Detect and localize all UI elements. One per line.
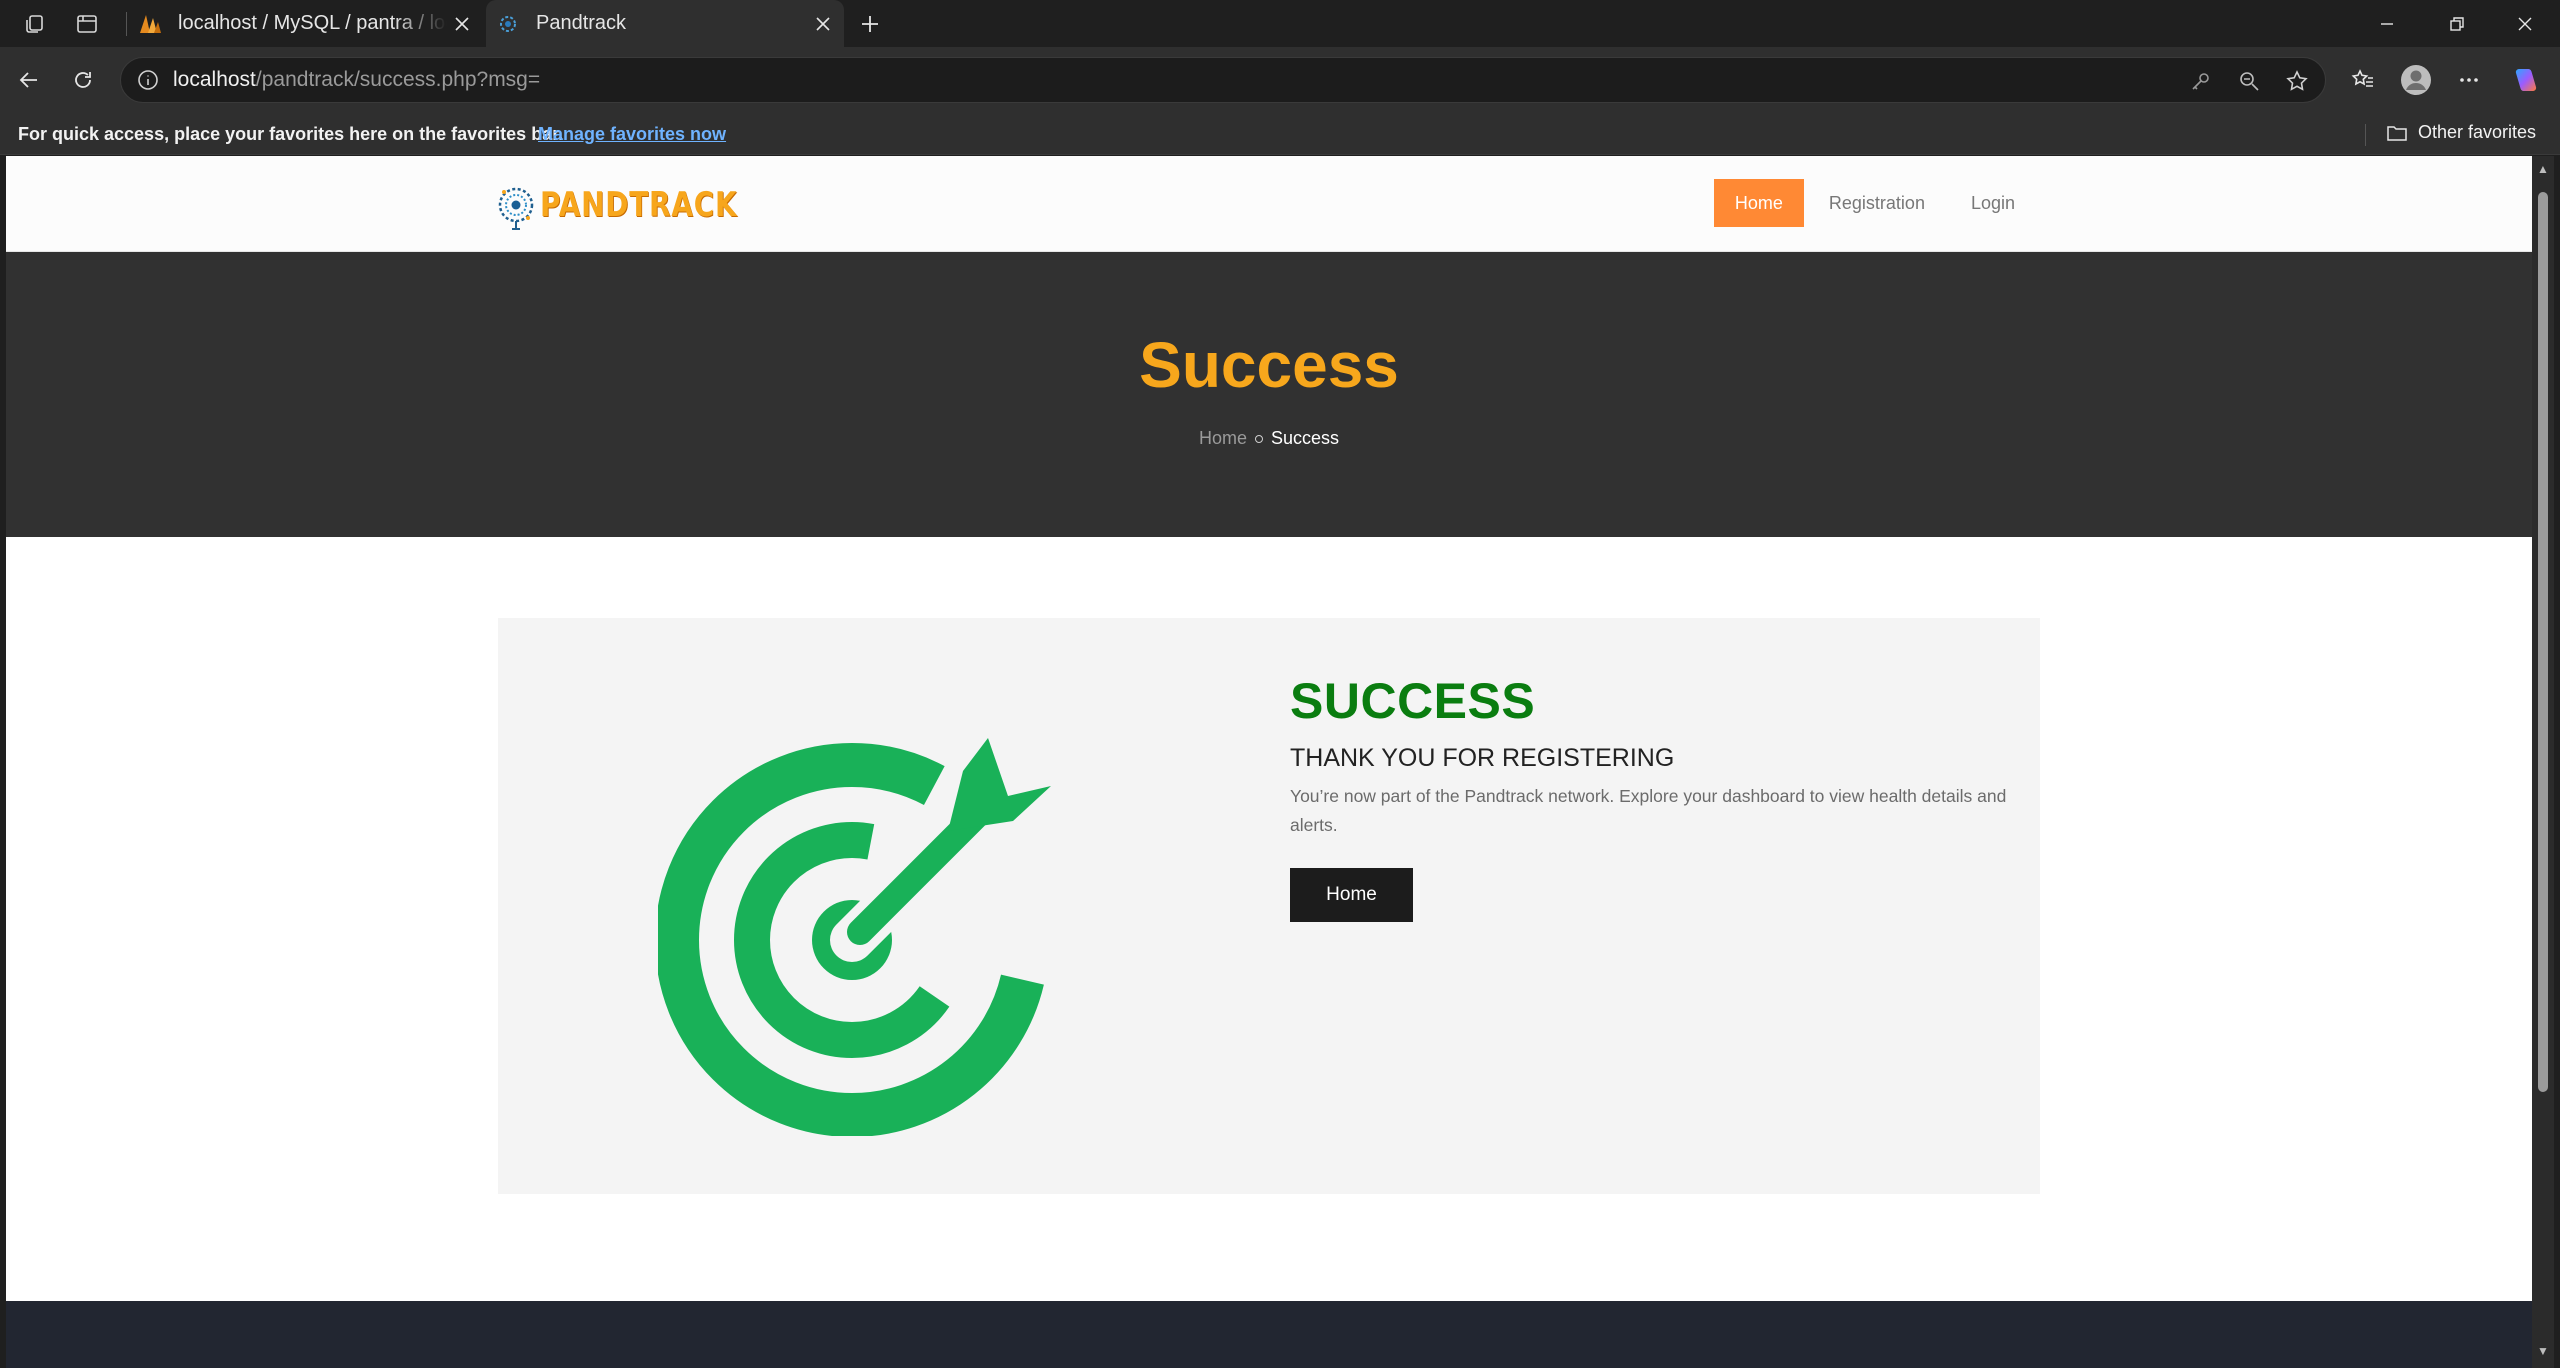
success-heading: SUCCESS [1290, 673, 1536, 729]
more-icon[interactable] [2452, 63, 2486, 97]
favorites-icon[interactable] [2346, 63, 2380, 97]
breadcrumb: Home Success [6, 428, 2532, 449]
copilot-icon[interactable] [2508, 63, 2542, 97]
browser-toolbar: localhost/pandtrack/success.php?msg= [0, 47, 2560, 115]
refresh-icon[interactable] [66, 63, 100, 97]
restore-icon[interactable] [2422, 0, 2492, 47]
address-bar[interactable]: localhost/pandtrack/success.php?msg= [120, 57, 2326, 103]
tab-separator [126, 12, 127, 36]
other-favorites-label: Other favorites [2418, 122, 2537, 142]
star-icon[interactable] [2283, 67, 2311, 95]
breadcrumb-separator-icon [1254, 434, 1263, 443]
nav-home[interactable]: Home [1713, 179, 1804, 227]
success-subheading: THANK YOU FOR REGISTERING [1290, 744, 1675, 772]
close-window-icon[interactable] [2490, 0, 2560, 47]
back-icon[interactable] [12, 63, 46, 97]
favorites-bar: For quick access, place your favorites h… [0, 115, 2560, 155]
nav-login[interactable]: Login [1950, 179, 2036, 227]
page-hero: Success Home Success [6, 252, 2532, 537]
logo-text: PANDTRACK [540, 185, 738, 225]
site-header: PANDTRACK Home Registration Login [6, 156, 2532, 252]
close-icon[interactable] [808, 9, 838, 39]
tab-pandtrack[interactable]: Pandtrack [486, 0, 844, 47]
key-icon[interactable] [2187, 67, 2215, 95]
tab-phpmyadmin[interactable]: localhost / MySQL / pantra / login [128, 0, 483, 47]
tab-title: localhost / MySQL / pantra / login [178, 12, 447, 34]
zoom-out-icon[interactable] [2235, 67, 2263, 95]
close-icon[interactable] [447, 9, 477, 39]
info-icon[interactable] [135, 67, 161, 93]
breadcrumb-current: Success [1270, 428, 1340, 448]
logo-globe-icon [498, 187, 534, 230]
tab-actions-icon[interactable] [72, 9, 102, 39]
other-favorites-button[interactable]: Other favorites [2386, 122, 2536, 143]
minimize-icon[interactable] [2352, 0, 2422, 47]
target-icon [655, 726, 1058, 1141]
home-button[interactable]: Home [1290, 868, 1413, 922]
url-host: localhost [173, 68, 256, 91]
page-title: Success [1139, 329, 1399, 401]
breadcrumb-home[interactable]: Home [1199, 428, 1247, 449]
pandtrack-favicon [496, 12, 520, 36]
success-card: SUCCESS THANK YOU FOR REGISTERING You’re… [498, 618, 2040, 1194]
site-footer [6, 1301, 2532, 1368]
manage-favorites-link[interactable]: Manage favorites now [538, 124, 726, 145]
favorites-separator [2365, 124, 2366, 146]
scroll-down-icon[interactable]: ▼ [2536, 1344, 2550, 1358]
site-logo[interactable]: PANDTRACK [496, 178, 781, 232]
favorites-bar-message: For quick access, place your favorites h… [18, 124, 564, 144]
folder-icon [2387, 125, 2407, 141]
browser-tab-bar: localhost / MySQL / pantra / login Pandt… [0, 0, 2560, 47]
phpmyadmin-favicon [138, 12, 162, 36]
nav-registration[interactable]: Registration [1808, 179, 1946, 227]
workspaces-icon[interactable] [20, 9, 50, 39]
plus-icon[interactable] [855, 9, 885, 39]
tab-title: Pandtrack [536, 12, 627, 34]
main-nav: Home Registration Login [1713, 179, 2036, 227]
page-viewport: PANDTRACK Home Registration Login Succes… [6, 156, 2532, 1368]
address-url: localhost/pandtrack/success.php?msg= [173, 68, 540, 92]
scrollbar-thumb[interactable] [2538, 192, 2548, 1092]
profile-icon[interactable] [2399, 63, 2433, 97]
page-scrollbar[interactable]: ▲ ▼ [2532, 156, 2554, 1368]
url-path: /pandtrack/success.php?msg= [255, 68, 541, 91]
success-message: You’re now part of the Pandtrack network… [1290, 786, 2007, 835]
scroll-up-icon[interactable]: ▲ [2536, 162, 2550, 176]
